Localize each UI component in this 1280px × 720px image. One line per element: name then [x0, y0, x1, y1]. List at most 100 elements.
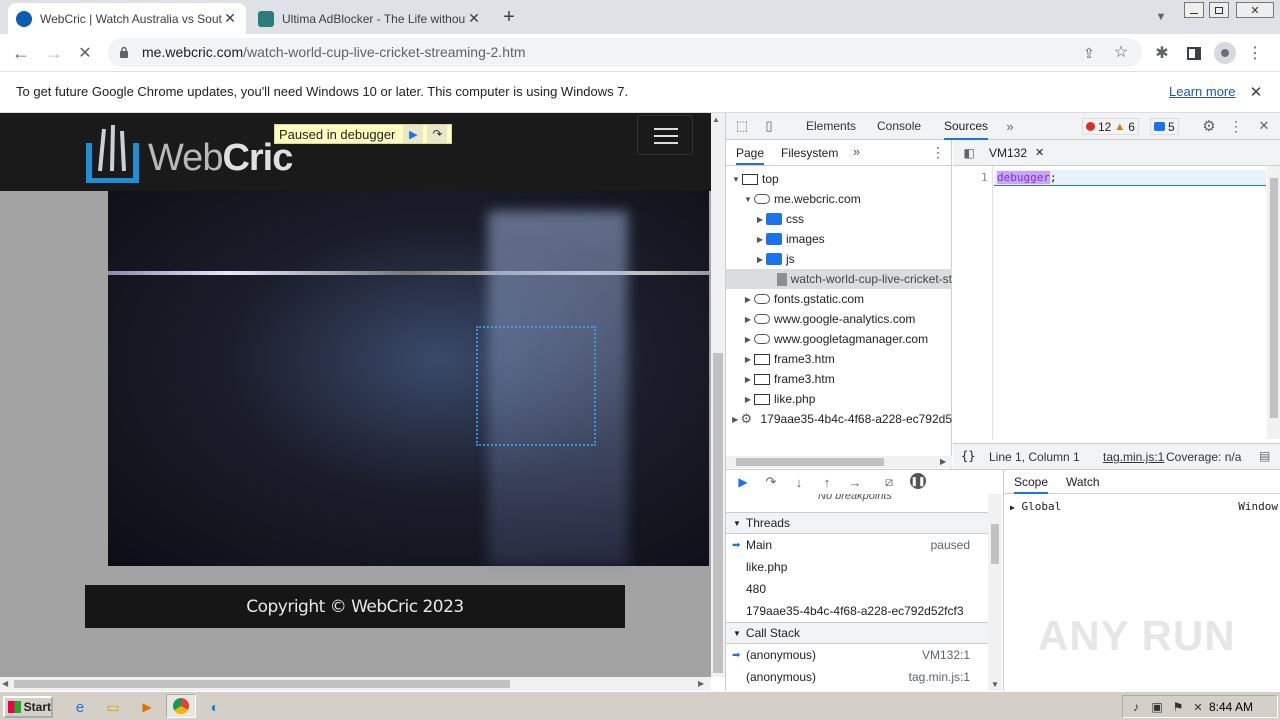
devtools-menu-icon[interactable]: ⋮ — [1229, 117, 1243, 135]
navigator-hscrollbar[interactable]: ▶ — [726, 456, 952, 468]
stop-loading-icon[interactable]: ✕ — [74, 42, 96, 64]
tab-watch[interactable]: Watch — [1066, 475, 1100, 489]
inspect-element-icon[interactable]: ⬚ — [734, 118, 750, 134]
scrollbar-thumb[interactable] — [713, 353, 723, 673]
scroll-right-arrow-icon[interactable]: ▶ — [940, 457, 946, 466]
internet-explorer-icon[interactable]: e — [70, 697, 90, 717]
scroll-left-arrow-icon[interactable]: ◀ — [2, 679, 8, 688]
settings-gear-icon[interactable]: ⚙ — [1200, 117, 1218, 135]
tree-item-tagmanager[interactable]: ▶ www.googletagmanager.com — [726, 329, 952, 349]
video-player[interactable] — [108, 191, 709, 566]
debugger-vscrollbar[interactable]: ▼ — [988, 494, 1002, 692]
media-player-icon[interactable]: ▶ — [137, 697, 157, 717]
profile-avatar-icon[interactable] — [1214, 42, 1236, 64]
threads-section-header[interactable]: ▼ Threads — [726, 512, 988, 534]
step-out-icon[interactable]: ↑ — [818, 473, 836, 491]
tree-item-frame3[interactable]: ▶ frame3.htm — [726, 349, 952, 369]
thread-row[interactable]: 480 — [726, 578, 988, 600]
tree-item-worker[interactable]: ▶ ⚙ 179aae35-4b4c-4f68-a228-ec792d5 — [726, 409, 952, 429]
tree-item-js[interactable]: ▶ js — [726, 249, 952, 269]
hamburger-menu-button[interactable] — [637, 115, 693, 155]
tree-item-current-page[interactable]: watch-world-cup-live-cricket-st — [726, 269, 952, 289]
new-tab-button[interactable]: + — [498, 6, 520, 28]
thread-row[interactable]: like.php — [726, 556, 988, 578]
network-icon[interactable]: ▣ — [1150, 699, 1164, 715]
scroll-down-arrow-icon[interactable]: ▼ — [991, 680, 999, 689]
security-icon[interactable]: ✕ — [1191, 699, 1205, 715]
callstack-frame[interactable]: (anonymous) tag.min.js:1 — [726, 666, 988, 688]
source-map-link[interactable]: tag.min.js:1 — [1103, 450, 1164, 464]
tree-item-frame3[interactable]: ▶ frame3.htm — [726, 369, 952, 389]
tab-ultima-adblocker[interactable]: Ultima AdBlocker - The Life without A ✕ — [250, 3, 490, 34]
navigator-scroll-thumb[interactable] — [736, 458, 884, 466]
back-arrow-icon[interactable]: ← — [10, 42, 32, 64]
tree-item-css[interactable]: ▶ css — [726, 209, 952, 229]
resume-icon[interactable]: ▶ — [403, 125, 424, 143]
tab-search-chevron-icon[interactable]: ▼ — [1152, 8, 1170, 26]
device-toolbar-icon[interactable]: ▯ — [761, 118, 777, 134]
tree-item-domain[interactable]: ▼ me.webcric.com — [726, 189, 952, 209]
tree-item-top[interactable]: ▼ top — [726, 169, 952, 189]
issues-counter[interactable]: 12 ▲ 6 — [1082, 118, 1139, 135]
debugger-scroll-thumb[interactable] — [991, 524, 999, 564]
close-devtools-icon[interactable]: ✕ — [1256, 117, 1272, 135]
start-button[interactable]: Start — [3, 696, 53, 718]
share-icon[interactable]: ⇪ — [1080, 44, 1098, 62]
tab-scope[interactable]: Scope — [1014, 475, 1049, 494]
learn-more-link[interactable]: Learn more — [1169, 84, 1235, 99]
step-over-icon[interactable]: ↷ — [427, 125, 448, 143]
thread-row[interactable]: 179aae35-4b4c-4f68-a228-ec792d52fcf3 — [726, 600, 988, 622]
nav-tab-page[interactable]: Page — [736, 146, 765, 165]
menu-kebab-icon[interactable]: ⋮ — [1247, 42, 1263, 64]
pause-on-exceptions-icon[interactable]: ❚❚ — [910, 473, 926, 489]
scroll-right-arrow-icon[interactable]: ▶ — [698, 679, 704, 688]
toggle-navigator-icon[interactable]: ◧ — [961, 145, 977, 161]
scroll-up-arrow-icon[interactable]: ▲ — [712, 115, 720, 124]
file-explorer-icon[interactable]: ▭ — [103, 697, 123, 717]
step-icon[interactable]: → — [846, 473, 864, 491]
chrome-taskbar-icon[interactable] — [166, 694, 196, 718]
close-infobar-icon[interactable]: ✕ — [1248, 84, 1264, 101]
tree-item-like[interactable]: ▶ like.php — [726, 389, 952, 409]
step-over-icon[interactable]: ↷ — [762, 473, 780, 491]
tab-elements[interactable]: Elements — [806, 113, 856, 140]
extensions-puzzle-icon[interactable]: ✱ — [1152, 43, 1172, 63]
nav-tab-filesystem[interactable]: Filesystem — [781, 146, 838, 160]
site-logo-text[interactable]: WebCric — [148, 137, 293, 180]
editor-scroll-thumb[interactable] — [1270, 178, 1278, 418]
more-nav-chevron-icon[interactable]: » — [853, 144, 860, 159]
address-bar[interactable]: me.webcric.com/watch-world-cup-live-cric… — [108, 38, 1142, 67]
step-into-icon[interactable]: ↓ — [790, 473, 808, 491]
page-vertical-scrollbar[interactable]: ▲ — [711, 113, 725, 677]
minimize-button[interactable] — [1184, 2, 1204, 18]
callstack-section-header[interactable]: ▼ Call Stack — [726, 622, 988, 644]
messages-counter[interactable]: 5 — [1150, 118, 1179, 135]
tree-item-analytics[interactable]: ▶ www.google-analytics.com — [726, 309, 952, 329]
page-horizontal-scrollbar[interactable]: ◀ ▶ — [0, 677, 711, 691]
close-window-button[interactable]: ✕ — [1236, 2, 1274, 18]
thread-row[interactable]: ➡ Main paused — [726, 534, 988, 556]
tab-sources[interactable]: Sources — [944, 113, 989, 140]
tab-webcric[interactable]: WebCric | Watch Australia vs South ✕ — [8, 3, 246, 34]
tree-item-fonts[interactable]: ▶ fonts.gstatic.com — [726, 289, 952, 309]
close-tab-icon[interactable]: ✕ — [466, 10, 482, 27]
close-file-tab-icon[interactable]: ✕ — [1035, 146, 1044, 159]
tab-console[interactable]: Console — [877, 113, 921, 140]
scope-global-row[interactable]: ▶ Global Window — [1010, 500, 1278, 513]
resume-script-icon[interactable]: ▶ — [734, 473, 752, 491]
bookmark-star-icon[interactable]: ☆ — [1112, 43, 1130, 61]
deactivate-breakpoints-icon[interactable]: ⧄ — [880, 473, 898, 491]
flag-icon[interactable]: ⚑ — [1171, 699, 1185, 715]
close-tab-icon[interactable]: ✕ — [222, 10, 238, 27]
side-panel-icon[interactable] — [1184, 43, 1204, 63]
forward-arrow-icon[interactable]: → — [43, 42, 65, 64]
pretty-print-icon[interactable]: {} — [961, 449, 975, 463]
editor-tab-vm132[interactable]: VM132 — [989, 146, 1027, 160]
tree-item-images[interactable]: ▶ images — [726, 229, 952, 249]
callstack-frame[interactable]: ➡ (anonymous) VM132:1 — [726, 644, 988, 666]
clock[interactable]: 8:44 AM — [1209, 700, 1253, 714]
edge-icon[interactable]: ◐ — [205, 697, 225, 717]
hscrollbar-thumb[interactable] — [14, 680, 510, 688]
restore-button[interactable] — [1209, 2, 1229, 18]
nav-menu-icon[interactable]: ⋮ — [931, 144, 945, 161]
